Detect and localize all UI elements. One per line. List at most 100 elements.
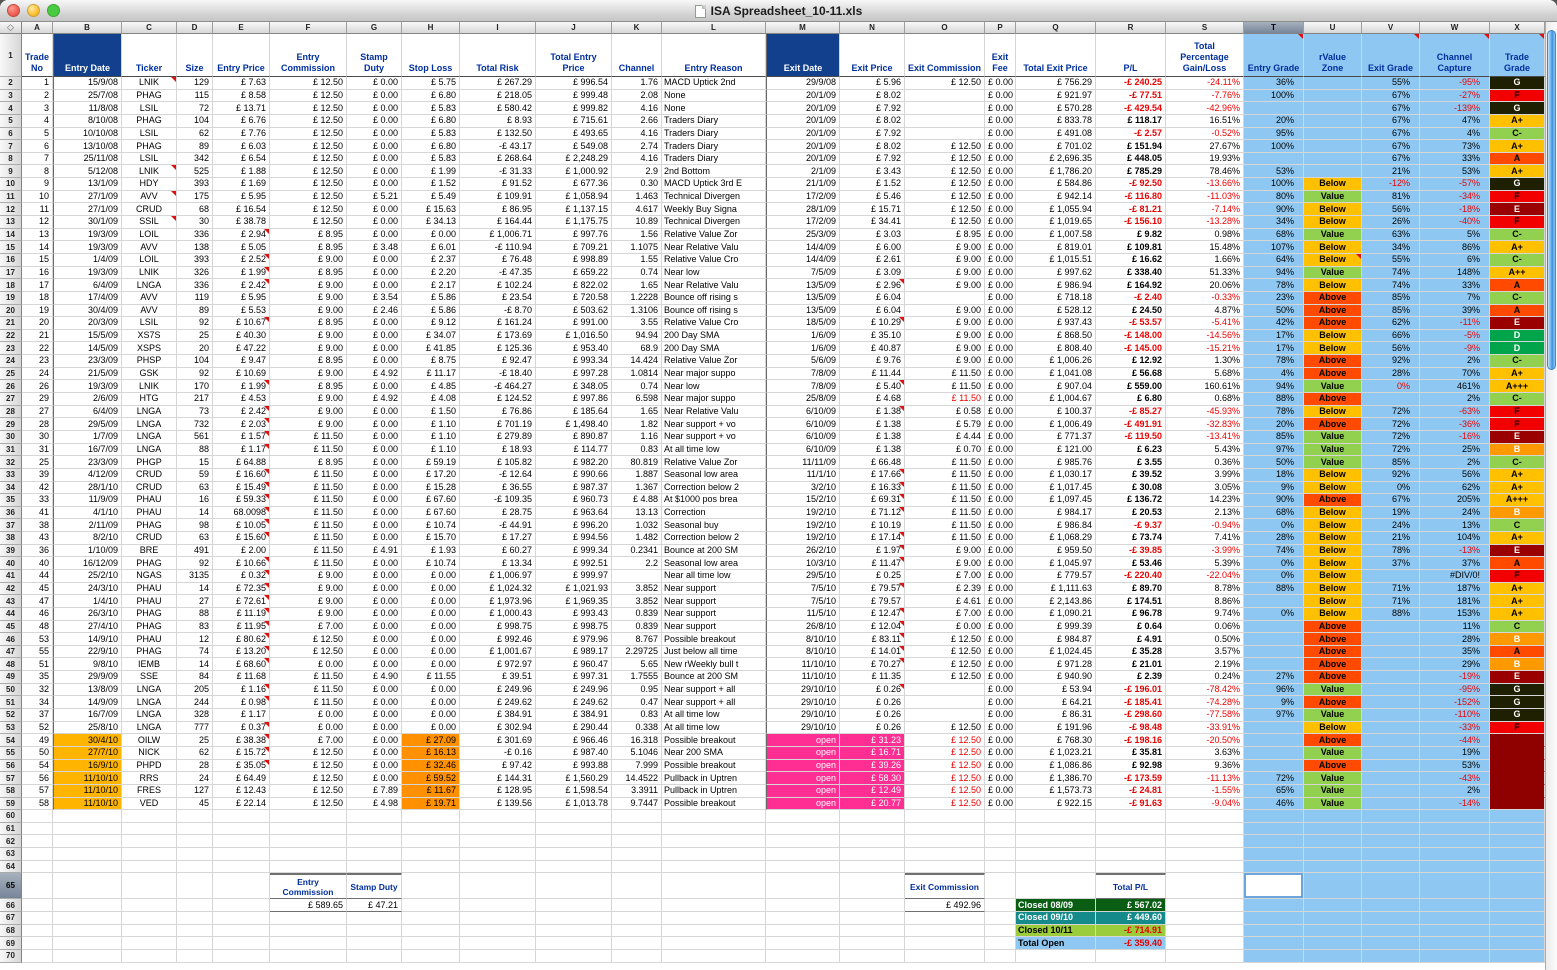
cell-A44[interactable]: 46 (22, 608, 53, 621)
cell-K62[interactable] (612, 835, 662, 848)
cell-I9[interactable]: -£ 31.33 (460, 165, 536, 178)
cell-S61[interactable] (1166, 823, 1244, 836)
cell-E10[interactable]: £ 1.69 (213, 178, 270, 191)
cell-E49[interactable]: £ 11.68 (213, 671, 270, 684)
cell-O22[interactable]: £ 9.00 (905, 330, 985, 343)
cell-B70[interactable] (53, 950, 122, 963)
cell-B24[interactable]: 23/3/09 (53, 355, 122, 368)
cell-P62[interactable] (985, 835, 1016, 848)
cell-K57[interactable]: 14.4522 (612, 772, 662, 785)
field-header-U[interactable]: rValue Zone (1304, 34, 1362, 77)
cell-D56[interactable]: 28 (177, 760, 213, 773)
cell-M5[interactable]: 20/1/09 (766, 115, 840, 128)
cell-L23[interactable]: 200 Day SMA (662, 342, 766, 355)
cell-E18[interactable]: £ 2.42 (213, 279, 270, 292)
cell-I54[interactable]: £ 301.69 (460, 734, 536, 747)
cell-U34[interactable]: Below (1304, 482, 1362, 495)
cell-D58[interactable]: 127 (177, 785, 213, 798)
cell-C39[interactable]: BRE (122, 545, 177, 558)
row-header-19[interactable]: 19 (0, 292, 22, 305)
cell-U51[interactable]: Above (1304, 696, 1362, 709)
row-header-65[interactable]: 65 (0, 873, 22, 899)
cell-C55[interactable]: NICK (122, 747, 177, 760)
row-header-21[interactable]: 21 (0, 317, 22, 330)
cell-D14[interactable]: 336 (177, 229, 213, 242)
cell-U43[interactable]: Below (1304, 595, 1362, 608)
cell-C48[interactable]: IEMB (122, 658, 177, 671)
cell-G44[interactable]: £ 0.00 (347, 608, 402, 621)
cell-F58[interactable]: £ 12.50 (270, 785, 347, 798)
cell-C18[interactable]: LNGA (122, 279, 177, 292)
cell-A55[interactable]: 50 (22, 747, 53, 760)
cell-D12[interactable]: 68 (177, 203, 213, 216)
cell-A24[interactable]: 23 (22, 355, 53, 368)
cell-B54[interactable]: 30/4/10 (53, 734, 122, 747)
cell-X22[interactable]: D (1490, 330, 1545, 343)
row-header-47[interactable]: 47 (0, 646, 22, 659)
cell-U42[interactable]: Below (1304, 583, 1362, 596)
cell-N28[interactable]: £ 1.38 (840, 406, 905, 419)
row-header-22[interactable]: 22 (0, 330, 22, 343)
cell-Q15[interactable]: £ 819.01 (1016, 241, 1096, 254)
cell-I33[interactable]: -£ 12.64 (460, 469, 536, 482)
cell-R6[interactable]: -£ 2.57 (1096, 128, 1166, 141)
cell-P49[interactable]: £ 0.00 (985, 671, 1016, 684)
cell-Q18[interactable]: £ 986.94 (1016, 279, 1096, 292)
cell-H28[interactable]: £ 1.50 (402, 406, 460, 419)
cell-T17[interactable]: 94% (1244, 267, 1304, 280)
cell-C29[interactable]: LNGA (122, 418, 177, 431)
cell-J29[interactable]: £ 1,498.40 (536, 418, 612, 431)
cell-G41[interactable]: £ 0.00 (347, 570, 402, 583)
cell-N43[interactable]: £ 79.57 (840, 595, 905, 608)
cell-N3[interactable]: £ 8.02 (840, 90, 905, 103)
cell-T3[interactable]: 100% (1244, 90, 1304, 103)
cell-B6[interactable]: 10/10/08 (53, 128, 122, 141)
cell-L44[interactable]: Near support (662, 608, 766, 621)
cell-E34[interactable]: £ 15.49 (213, 482, 270, 495)
cell-T8[interactable] (1244, 153, 1304, 166)
cell-I7[interactable]: -£ 43.17 (460, 140, 536, 153)
cell-U15[interactable]: Below (1304, 241, 1362, 254)
cell-D2[interactable]: 129 (177, 77, 213, 90)
cell-J47[interactable]: £ 989.17 (536, 646, 612, 659)
cell-D52[interactable]: 328 (177, 709, 213, 722)
cell-N56[interactable]: £ 39.26 (840, 760, 905, 773)
cell-R30[interactable]: -£ 119.50 (1096, 431, 1166, 444)
cell-A61[interactable] (22, 823, 53, 836)
cell-R32[interactable]: £ 3.55 (1096, 456, 1166, 469)
cell-A52[interactable]: 37 (22, 709, 53, 722)
cell-V62[interactable] (1362, 835, 1420, 848)
cell-W28[interactable]: -63% (1420, 406, 1490, 419)
cell-I49[interactable]: £ 39.51 (460, 671, 536, 684)
cell-J25[interactable]: £ 997.28 (536, 368, 612, 381)
cell-K38[interactable]: 1.482 (612, 532, 662, 545)
cell-W70[interactable] (1420, 950, 1490, 963)
cell-S44[interactable]: 9.74% (1166, 608, 1244, 621)
cell-H17[interactable]: £ 2.20 (402, 267, 460, 280)
cell-V69[interactable] (1362, 937, 1420, 950)
cell-B35[interactable]: 11/9/09 (53, 494, 122, 507)
cell-R35[interactable]: £ 136.72 (1096, 494, 1166, 507)
cell-C41[interactable]: NGAS (122, 570, 177, 583)
cell-L27[interactable]: Near major suppo (662, 393, 766, 406)
cell-V50[interactable] (1362, 684, 1420, 697)
cell-T44[interactable]: 0% (1244, 608, 1304, 621)
field-header-S[interactable]: Total Percentage Gain/Loss (1166, 34, 1244, 77)
cell-Q63[interactable] (1016, 848, 1096, 861)
cell-R17[interactable]: £ 338.40 (1096, 267, 1166, 280)
cell-C5[interactable]: PHAG (122, 115, 177, 128)
cell-D35[interactable]: 16 (177, 494, 213, 507)
cell-E69[interactable] (213, 937, 270, 950)
cell-A42[interactable]: 45 (22, 583, 53, 596)
cell-I66[interactable] (460, 899, 536, 912)
cell-E55[interactable]: £ 15.72 (213, 747, 270, 760)
cell-W45[interactable]: 11% (1420, 621, 1490, 634)
cell-G34[interactable]: £ 0.00 (347, 482, 402, 495)
field-header-O[interactable]: Exit Commission (905, 34, 985, 77)
cell-W5[interactable]: 47% (1420, 115, 1490, 128)
cell-K60[interactable] (612, 810, 662, 823)
cell-C25[interactable]: GSK (122, 368, 177, 381)
cell-S33[interactable]: 3.99% (1166, 469, 1244, 482)
cell-D63[interactable] (177, 848, 213, 861)
cell-P18[interactable]: £ 0.00 (985, 279, 1016, 292)
